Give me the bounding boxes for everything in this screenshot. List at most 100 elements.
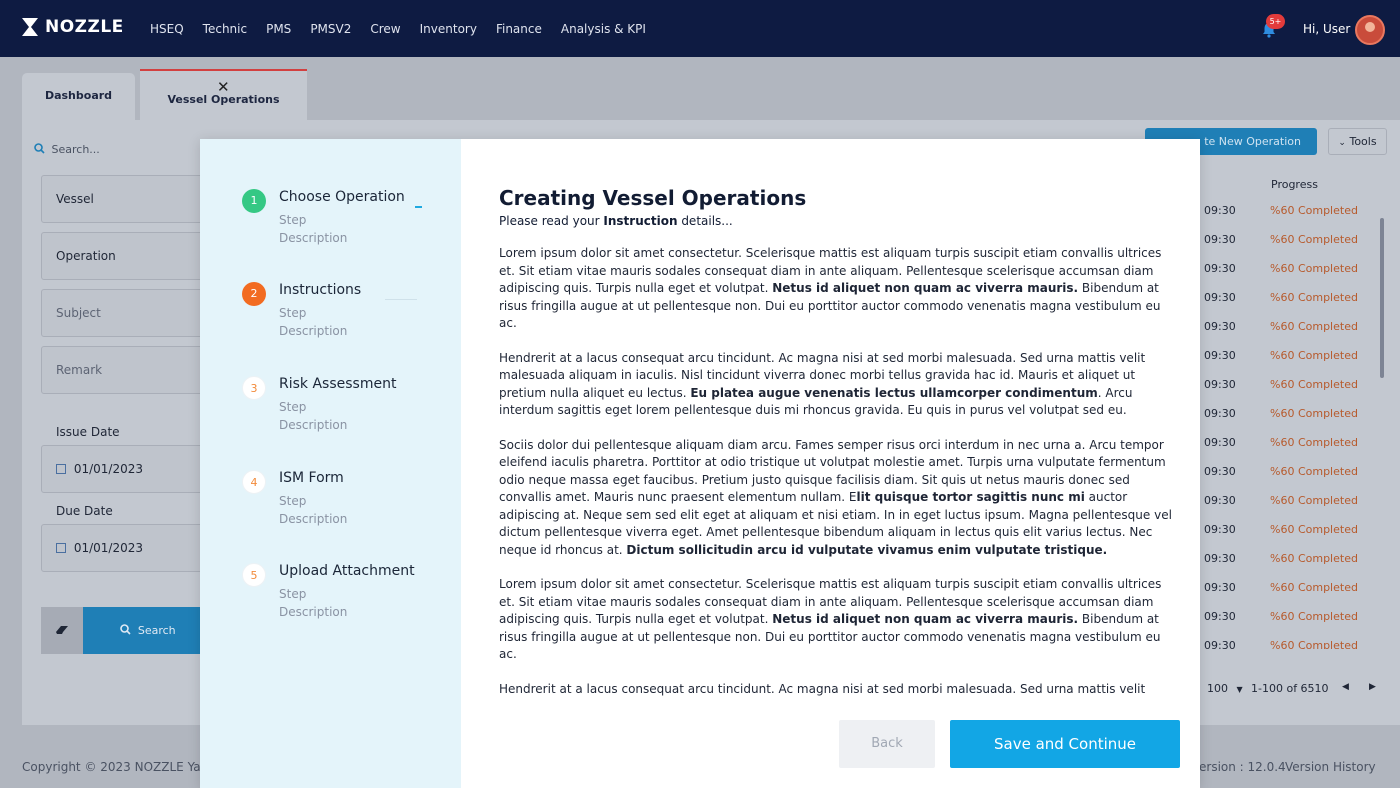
nav-pmsv2[interactable]: PMSV2	[310, 22, 351, 36]
notification-badge: 5+	[1266, 14, 1285, 29]
filter-search-placeholder: Search...	[51, 143, 100, 156]
main-nav: HSEQ Technic PMS PMSV2 Crew Inventory Fi…	[150, 0, 665, 57]
step-label: Step	[279, 306, 307, 320]
paragraph-bold: Netus id aliquet non quam ac viverra mau…	[772, 612, 1079, 626]
step-number: 1	[242, 189, 266, 213]
table-row[interactable]: 09:30 %60 Completed	[1200, 314, 1376, 343]
remark-field[interactable]: Remark	[41, 346, 211, 394]
eraser-icon	[56, 626, 68, 634]
due-date-field[interactable]: 01/01/2023	[41, 524, 211, 572]
save-and-continue-button[interactable]: Save and Continue	[950, 720, 1180, 768]
paragraph-bold: Dictum sollicitudin arcu id vulputate vi…	[626, 542, 1108, 557]
logo-icon	[22, 18, 38, 36]
back-button[interactable]: Back	[839, 720, 935, 768]
step-title: Instructions	[279, 282, 362, 298]
instructions-paragraph: Sociis dolor dui pellentesque aliquam di…	[499, 437, 1175, 560]
search-icon	[120, 624, 131, 635]
table-row[interactable]: 09:30 %60 Completed	[1200, 227, 1376, 256]
instructions-paragraph: Hendrerit at a lacus consequat arcu tinc…	[499, 681, 1175, 698]
row-progress: %60 Completed	[1270, 465, 1358, 478]
step-label: Step	[279, 494, 307, 508]
row-progress: %60 Completed	[1270, 610, 1358, 623]
dialog-content: Creating Vessel Operations Please read y…	[461, 139, 1200, 788]
paragraph-bold: Eu platea augue venenatis lectus ullamco…	[690, 385, 1098, 400]
nav-hseq[interactable]: HSEQ	[150, 22, 184, 36]
step-subtitle: Step Description	[279, 211, 347, 247]
step-label: Step	[279, 400, 307, 414]
table-scrollbar[interactable]	[1380, 218, 1384, 378]
tools-label: Tools	[1349, 135, 1377, 148]
instructions-paragraph: Lorem ipsum dolor sit amet consectetur. …	[499, 576, 1175, 664]
nav-pms[interactable]: PMS	[266, 22, 291, 36]
table-row[interactable]: 09:30 %60 Completed	[1200, 459, 1376, 488]
search-button-label: Search	[137, 624, 176, 637]
create-operation-dialog: 1 Choose Operation Step Description 2 Ins…	[200, 139, 1200, 788]
chevron-down-icon: ⌄	[1338, 138, 1346, 148]
row-time: 09:30	[1204, 523, 1236, 536]
version-history-link[interactable]: Version History	[1285, 760, 1376, 774]
table-row[interactable]: 09:30 %60 Completed	[1200, 604, 1376, 633]
step-title: Upload Attachment	[279, 563, 415, 579]
step-description: Description	[279, 512, 348, 526]
nav-crew[interactable]: Crew	[370, 22, 400, 36]
footer-copyright: Copyright © 2023 NOZZLE Ya	[22, 760, 201, 774]
table-row[interactable]: 09:30 %60 Completed	[1200, 633, 1376, 649]
row-progress: %60 Completed	[1270, 378, 1358, 391]
operation-field[interactable]: Operation	[41, 232, 211, 280]
page-range: 1-100 of 6510	[1251, 682, 1329, 695]
due-date-value: 01/01/2023	[73, 541, 143, 555]
row-time: 09:30	[1204, 320, 1236, 333]
vessel-field[interactable]: Vessel	[41, 175, 211, 223]
row-time: 09:30	[1204, 407, 1236, 420]
nav-finance[interactable]: Finance	[496, 22, 542, 36]
table-row[interactable]: 09:30 %60 Completed	[1200, 401, 1376, 430]
table-row[interactable]: 09:30 %60 Completed	[1200, 285, 1376, 314]
row-time: 09:30	[1204, 233, 1236, 246]
row-time: 09:30	[1204, 465, 1236, 478]
paragraph-bold: Netus id aliquet non quam ac viverra mau…	[772, 281, 1079, 295]
tools-button[interactable]: ⌄ Tools	[1328, 128, 1387, 155]
step-title: Choose Operation	[279, 189, 405, 205]
filter-search[interactable]: Search...	[34, 143, 100, 156]
table-row[interactable]: 09:30 %60 Completed	[1200, 256, 1376, 285]
table-row[interactable]: 09:30 %60 Completed	[1200, 488, 1376, 517]
step-description: Description	[279, 605, 348, 619]
nav-technic[interactable]: Technic	[203, 22, 247, 36]
step-description: Description	[279, 324, 348, 338]
table-row[interactable]: 09:30 %60 Completed	[1200, 546, 1376, 575]
user-avatar[interactable]	[1355, 15, 1385, 45]
nav-inventory[interactable]: Inventory	[420, 22, 477, 36]
issue-date-field[interactable]: 01/01/2023	[41, 445, 211, 493]
clear-filters-button[interactable]	[41, 607, 83, 654]
search-icon	[34, 143, 45, 154]
calendar-icon	[56, 543, 66, 553]
tab-vessel-operations[interactable]: ✕ Vessel Operations	[140, 69, 307, 121]
row-progress: %60 Completed	[1270, 552, 1358, 565]
table-row[interactable]: 09:30 %60 Completed	[1200, 343, 1376, 372]
step-progress-marker	[415, 206, 422, 208]
close-tab-icon[interactable]: ✕	[217, 78, 230, 96]
subject-field[interactable]: Subject	[41, 289, 211, 337]
table-row[interactable]: 09:30 %60 Completed	[1200, 517, 1376, 546]
step-subtitle: Step Description	[279, 585, 347, 621]
next-page-icon[interactable]: ▶	[1369, 682, 1376, 692]
table-row[interactable]: 09:30 %60 Completed	[1200, 198, 1376, 227]
step-description: Description	[279, 418, 348, 432]
row-progress: %60 Completed	[1270, 349, 1358, 362]
step-number: 5	[242, 563, 266, 587]
app-logo[interactable]: NOZZLE	[22, 17, 124, 37]
prev-page-icon[interactable]: ◀	[1342, 682, 1349, 692]
row-progress: %60 Completed	[1270, 436, 1358, 449]
row-progress: %60 Completed	[1270, 494, 1358, 507]
table-row[interactable]: 09:30 %60 Completed	[1200, 430, 1376, 459]
tab-dashboard[interactable]: Dashboard	[22, 73, 135, 121]
step-label: Step	[279, 213, 307, 227]
search-button[interactable]: Search	[83, 607, 213, 654]
nav-analysis-kpi[interactable]: Analysis & KPI	[561, 22, 646, 36]
row-progress: %60 Completed	[1270, 204, 1358, 217]
table-row[interactable]: 09:30 %60 Completed	[1200, 372, 1376, 401]
step-label: Step	[279, 587, 307, 601]
page-size-select[interactable]: 100 ▼	[1207, 682, 1243, 695]
calendar-icon	[56, 464, 66, 474]
table-row[interactable]: 09:30 %60 Completed	[1200, 575, 1376, 604]
